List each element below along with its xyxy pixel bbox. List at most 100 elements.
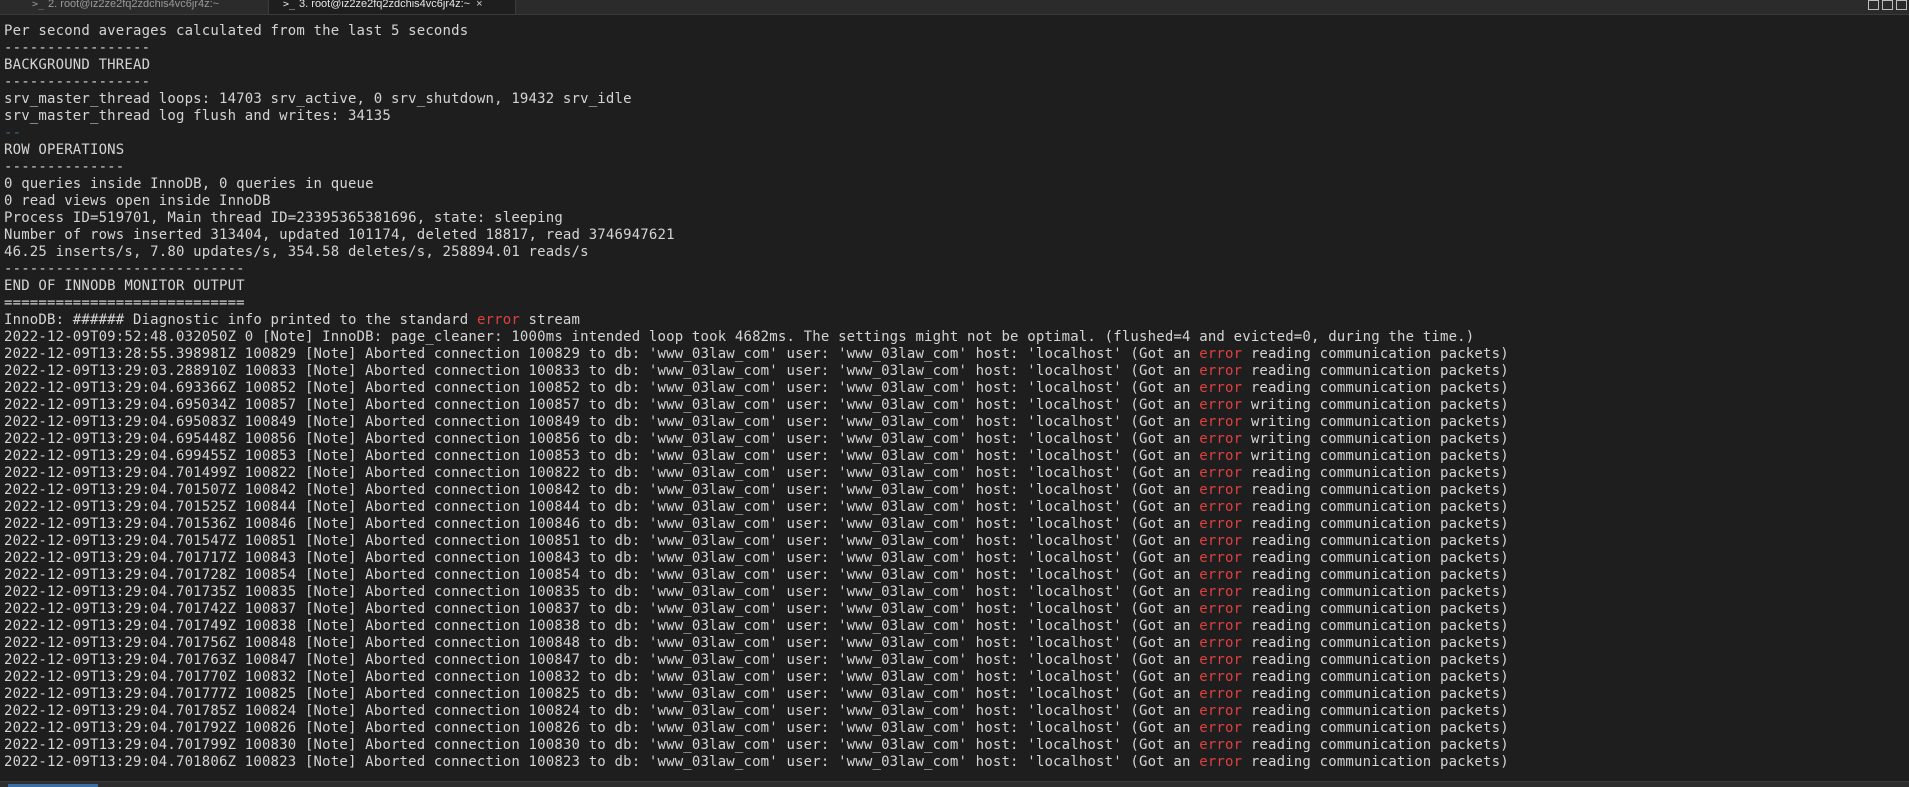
log-line-suffix: reading communication packets) <box>1242 720 1509 736</box>
layout-icon[interactable] <box>1896 0 1907 10</box>
log-line-prefix: 2022-12-09T13:29:04.701499Z 100822 [Note… <box>4 465 1200 481</box>
error-highlight: error <box>1199 465 1243 481</box>
log-line-prefix: 2022-12-09T13:29:04.701806Z 100823 [Note… <box>4 754 1200 770</box>
error-highlight: error <box>1199 703 1243 719</box>
error-highlight: error <box>1199 363 1243 379</box>
tab-session-3[interactable]: >_ 3. root@iz2ze2fq2zdchis4vc6jr4z:~ × <box>268 0 516 14</box>
terminal-output[interactable]: Per second averages calculated from the … <box>4 23 1904 773</box>
log-line: 2022-12-09T13:29:04.701799Z 100830 [Note… <box>4 737 1904 754</box>
error-highlight: error <box>1199 414 1243 430</box>
log-line-prefix: 2022-12-09T13:29:04.701735Z 100835 [Note… <box>4 584 1200 600</box>
status-bar <box>0 781 1909 787</box>
close-tab-icon[interactable]: × <box>476 0 482 10</box>
diagnostic-line: InnoDB: ###### Diagnostic info printed t… <box>4 312 1904 329</box>
log-line-suffix: reading communication packets) <box>1242 601 1509 617</box>
log-line-prefix: 2022-12-09T13:29:04.701507Z 100842 [Note… <box>4 482 1200 498</box>
monitor-line: Process ID=519701, Main thread ID=233953… <box>4 210 563 226</box>
error-highlight: error <box>1199 516 1243 532</box>
log-line-prefix: 2022-12-09T13:29:04.701717Z 100843 [Note… <box>4 550 1200 566</box>
page-cleaner-note-line: 2022-12-09T09:52:48.032050Z 0 [Note] Inn… <box>4 329 1475 345</box>
error-highlight: error <box>1199 397 1243 413</box>
monitor-line: Number of rows inserted 313404, updated … <box>4 227 675 243</box>
log-line-prefix: 2022-12-09T13:29:04.701756Z 100848 [Note… <box>4 635 1200 651</box>
log-line-suffix: reading communication packets) <box>1242 482 1509 498</box>
error-highlight: error <box>1199 686 1243 702</box>
error-highlight: error <box>1199 618 1243 634</box>
error-highlight: error <box>1199 482 1243 498</box>
log-line-prefix: 2022-12-09T13:29:04.701785Z 100824 [Note… <box>4 703 1200 719</box>
log-line: 2022-12-09T13:29:04.701507Z 100842 [Note… <box>4 482 1904 499</box>
log-line-prefix: 2022-12-09T13:29:04.701777Z 100825 [Note… <box>4 686 1200 702</box>
tab-session-2[interactable]: >_ 2. root@iz2ze2fq2zdchis4vc6jr4z:~ <box>18 0 268 14</box>
log-line-prefix: 2022-12-09T13:29:04.701770Z 100832 [Note… <box>4 669 1200 685</box>
monitor-line: ----------------- <box>4 40 151 56</box>
log-line: 2022-12-09T13:29:04.701728Z 100854 [Note… <box>4 567 1904 584</box>
log-line-suffix: writing communication packets) <box>1242 448 1509 464</box>
log-line: 2022-12-09T13:29:04.701785Z 100824 [Note… <box>4 703 1904 720</box>
terminal-icon: >_ <box>283 0 296 10</box>
error-highlight: error <box>1199 380 1243 396</box>
log-line-suffix: reading communication packets) <box>1242 550 1509 566</box>
log-line-suffix: reading communication packets) <box>1242 567 1509 583</box>
terminal-tab-bar: >_ 2. root@iz2ze2fq2zdchis4vc6jr4z:~ >_ 3.… <box>0 0 1909 15</box>
monitor-line: 0 queries inside InnoDB, 0 queries in qu… <box>4 176 374 192</box>
log-line-prefix: 2022-12-09T13:29:04.701792Z 100826 [Note… <box>4 720 1200 736</box>
error-highlight: error <box>476 312 520 328</box>
monitor-line: ---------------------------- <box>4 261 245 277</box>
log-line-prefix: 2022-12-09T13:29:04.701525Z 100844 [Note… <box>4 499 1200 515</box>
log-line-suffix: reading communication packets) <box>1242 380 1509 396</box>
log-line-suffix: reading communication packets) <box>1242 533 1509 549</box>
log-line: 2022-12-09T13:29:04.695034Z 100857 [Note… <box>4 397 1904 414</box>
log-line-prefix: 2022-12-09T13:29:04.699455Z 100853 [Note… <box>4 448 1200 464</box>
log-line-prefix: 2022-12-09T13:29:04.695083Z 100849 [Note… <box>4 414 1200 430</box>
log-line-prefix: 2022-12-09T13:29:04.693366Z 100852 [Note… <box>4 380 1200 396</box>
error-highlight: error <box>1199 720 1243 736</box>
log-line-prefix: 2022-12-09T13:29:04.701799Z 100830 [Note… <box>4 737 1200 753</box>
monitor-line: Per second averages calculated from the … <box>4 23 469 39</box>
log-line-prefix: 2022-12-09T13:29:04.701536Z 100846 [Note… <box>4 516 1200 532</box>
new-tab-icon[interactable] <box>1868 0 1879 10</box>
split-pane-icon[interactable] <box>1882 0 1893 10</box>
log-line: 2022-12-09T13:29:04.701742Z 100837 [Note… <box>4 601 1904 618</box>
log-line: 2022-12-09T13:29:04.701749Z 100838 [Note… <box>4 618 1904 635</box>
log-line-prefix: 2022-12-09T13:28:55.398981Z 100829 [Note… <box>4 346 1200 362</box>
log-line-suffix: reading communication packets) <box>1242 669 1509 685</box>
monitor-line: 0 read views open inside InnoDB <box>4 193 271 209</box>
log-line-suffix: writing communication packets) <box>1242 397 1509 413</box>
terminal-icon: >_ <box>32 0 45 10</box>
log-line-suffix: reading communication packets) <box>1242 737 1509 753</box>
log-line-prefix: 2022-12-09T13:29:04.695034Z 100857 [Note… <box>4 397 1200 413</box>
log-line: 2022-12-09T13:29:04.699455Z 100853 [Note… <box>4 448 1904 465</box>
tab-label: 2. root@iz2ze2fq2zdchis4vc6jr4z:~ <box>48 0 220 10</box>
monitor-line: END OF INNODB MONITOR OUTPUT <box>4 278 245 294</box>
error-highlight: error <box>1199 431 1243 447</box>
monitor-line: ----------------- <box>4 74 151 90</box>
monitor-line: BACKGROUND THREAD <box>4 57 151 73</box>
monitor-line: ROW OPERATIONS <box>4 142 125 158</box>
log-line-prefix: 2022-12-09T13:29:04.701742Z 100837 [Note… <box>4 601 1200 617</box>
error-highlight: error <box>1199 635 1243 651</box>
log-line-suffix: reading communication packets) <box>1242 635 1509 651</box>
log-line-prefix: 2022-12-09T13:29:04.701763Z 100847 [Note… <box>4 652 1200 668</box>
log-line-suffix: reading communication packets) <box>1242 686 1509 702</box>
error-highlight: error <box>1199 601 1243 617</box>
error-highlight: error <box>1199 499 1243 515</box>
monitor-line: srv_master_thread loops: 14703 srv_activ… <box>4 91 632 107</box>
log-line: 2022-12-09T13:29:04.695083Z 100849 [Note… <box>4 414 1904 431</box>
log-line: 2022-12-09T13:29:04.701792Z 100826 [Note… <box>4 720 1904 737</box>
error-highlight: error <box>1199 567 1243 583</box>
window-controls <box>1868 0 1909 12</box>
log-line-prefix: 2022-12-09T13:29:03.288910Z 100833 [Note… <box>4 363 1200 379</box>
log-line-suffix: reading communication packets) <box>1242 346 1509 362</box>
error-highlight: error <box>1199 533 1243 549</box>
log-line: 2022-12-09T13:28:55.398981Z 100829 [Note… <box>4 346 1904 363</box>
log-line-suffix: reading communication packets) <box>1242 584 1509 600</box>
log-line: 2022-12-09T13:29:04.701763Z 100847 [Note… <box>4 652 1904 669</box>
error-highlight: error <box>1199 346 1243 362</box>
log-line-prefix: 2022-12-09T13:29:04.701547Z 100851 [Note… <box>4 533 1200 549</box>
error-highlight: error <box>1199 737 1243 753</box>
diagnostic-suffix: stream <box>519 312 581 328</box>
log-line: 2022-12-09T13:29:04.701777Z 100825 [Note… <box>4 686 1904 703</box>
log-line: 2022-12-09T13:29:04.701499Z 100822 [Note… <box>4 465 1904 482</box>
log-line: 2022-12-09T13:29:04.701770Z 100832 [Note… <box>4 669 1904 686</box>
